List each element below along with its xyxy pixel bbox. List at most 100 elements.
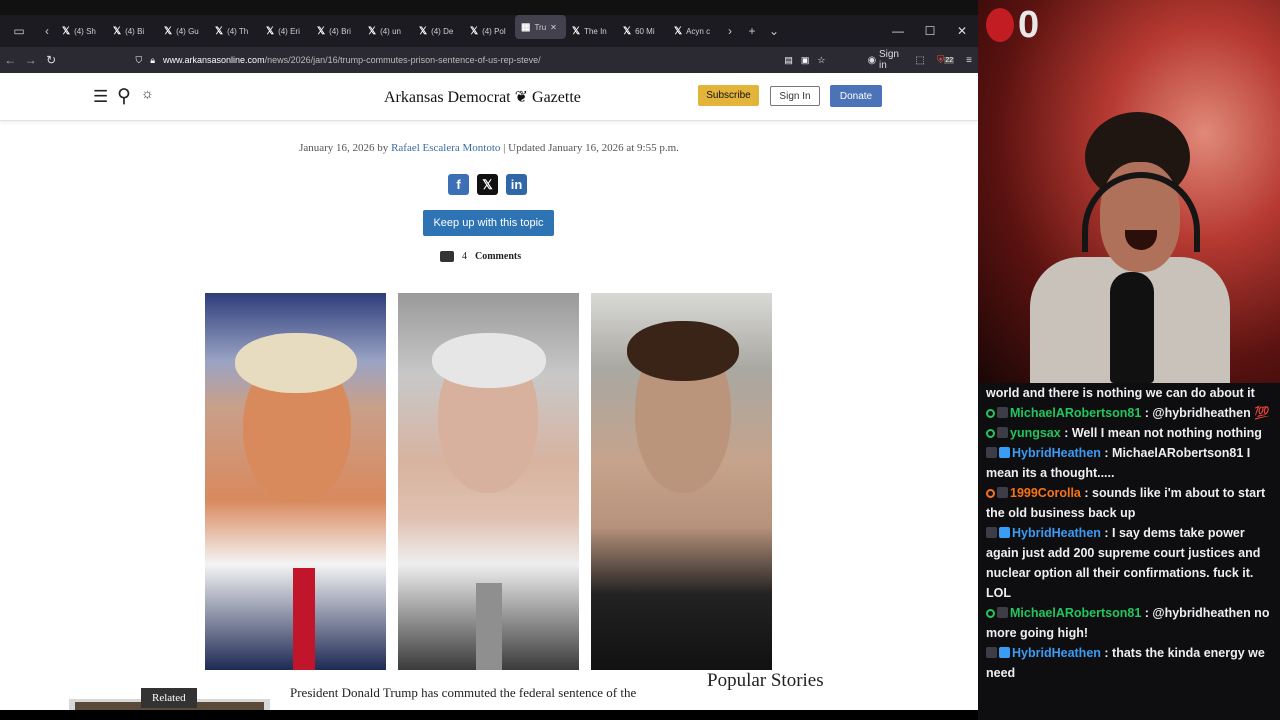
subscribe-button[interactable]: Subscribe	[698, 85, 759, 106]
extensions-icon[interactable]: ⬚	[909, 47, 930, 73]
author-link[interactable]: Rafael Escalera Montoto	[391, 142, 500, 154]
linkedin-icon[interactable]: in	[506, 174, 527, 195]
chat-message: HybridHeathen : thats the kinda energy w…	[986, 643, 1274, 683]
x-favicon-icon: 𝕏	[419, 25, 428, 37]
x-favicon-icon: 𝕏	[623, 25, 632, 37]
chat-username[interactable]: MichaelARobertson81	[1010, 406, 1141, 420]
chat-username[interactable]: MichaelARobertson81	[1010, 606, 1141, 620]
tab-6[interactable]: 𝕏 (4) un	[362, 15, 413, 47]
new-tab-icon[interactable]: +	[741, 15, 763, 47]
tab-9[interactable]: ▦ Tru ✕	[515, 15, 566, 39]
microphone	[1110, 272, 1154, 383]
chat-text: : @hybridheathen 💯	[1144, 406, 1270, 420]
reload-icon[interactable]: ↻	[41, 47, 61, 73]
chat-username[interactable]: HybridHeathen	[1012, 526, 1101, 540]
chat-message: MichaelARobertson81 : @hybridheathen no …	[986, 603, 1274, 643]
tab-8[interactable]: 𝕏 (4) Pol	[464, 15, 515, 47]
tab-label: (4) Th	[227, 26, 249, 36]
keep-up-button[interactable]: Keep up with this topic	[423, 210, 554, 236]
screen: ▭ ‹ 𝕏 (4) Sh 𝕏 (4) Bi 𝕏 (4) Gu 𝕏 (4) Th 𝕏 (4) Eri…	[0, 0, 1280, 720]
chat-message: world and there is nothing we can do abo…	[986, 383, 1274, 403]
user-icon	[986, 409, 995, 418]
tab-12[interactable]: 𝕏 Acyn c	[668, 15, 719, 47]
tab-label: 60 Mi	[635, 26, 655, 36]
account-button[interactable]: ◉ Sign in	[861, 47, 909, 73]
url-bar[interactable]: ⛉ 🔒︎ www.arkansasonline.com/news/2026/ja…	[135, 49, 825, 71]
tab-0[interactable]: 𝕏 (4) Sh	[56, 15, 107, 47]
weather-icon[interactable]: ☼	[141, 85, 154, 101]
x-favicon-icon: 𝕏	[470, 25, 479, 37]
translate-icon[interactable]: ▣	[801, 55, 810, 66]
chat-username[interactable]: HybridHeathen	[1012, 446, 1101, 460]
donate-button[interactable]: Donate	[830, 85, 882, 107]
app-menu-icon[interactable]: ≡	[960, 47, 978, 73]
search-icon[interactable]: ⚲	[117, 85, 131, 108]
maximize-icon[interactable]: ☐	[914, 15, 946, 47]
x-favicon-icon: 𝕏	[317, 25, 326, 37]
updated-date: | Updated January 16, 2026 at 9:55 p.m.	[503, 142, 679, 154]
chat-username[interactable]: yungsax	[1010, 426, 1061, 440]
popular-stories-heading: Popular Stories	[707, 670, 824, 691]
comments-count: 4	[462, 251, 467, 262]
tab-label: (4) un	[380, 26, 401, 36]
chat-username[interactable]: HybridHeathen	[1012, 646, 1101, 660]
tab-label: (4) Sh	[74, 26, 96, 36]
mod-badge-icon	[997, 407, 1008, 418]
x-favicon-icon: 𝕏	[266, 25, 275, 37]
photo-mugshot	[591, 293, 772, 670]
chat-username[interactable]: 1999Corolla	[1010, 486, 1081, 500]
score-icon	[986, 8, 1014, 42]
shield-icon[interactable]: ⛉	[135, 55, 142, 66]
comments-link[interactable]: 4 Comments	[440, 251, 521, 262]
tab-label: Tru	[534, 22, 547, 32]
tab-3[interactable]: 𝕏 (4) Th	[209, 15, 260, 47]
user-icon	[986, 609, 995, 618]
sub-badge-icon	[999, 647, 1010, 658]
tab-2[interactable]: 𝕏 (4) Gu	[158, 15, 209, 47]
close-tab-icon[interactable]: ✕	[550, 23, 557, 32]
related-label: Related	[141, 688, 197, 708]
tab-scroll-right-icon[interactable]: ›	[719, 15, 741, 47]
hamburger-menu-icon[interactable]: ☰	[93, 87, 108, 107]
nav-bar: ← → ↻ ⛉ 🔒︎ www.arkansasonline.com/news/2…	[0, 47, 978, 73]
tab-11[interactable]: 𝕏 60 Mi	[617, 15, 668, 47]
sub-badge-icon	[999, 447, 1010, 458]
tab-1[interactable]: 𝕏 (4) Bi	[107, 15, 158, 47]
sign-in-button[interactable]: Sign In	[770, 86, 820, 106]
tab-label: The In	[584, 26, 607, 36]
x-favicon-icon: 𝕏	[215, 25, 224, 37]
tab-label: (4) Eri	[278, 26, 300, 36]
tab-overview-icon[interactable]: ▭	[0, 15, 38, 47]
score-value: 0	[1018, 4, 1040, 46]
tab-label: (4) Bi	[125, 26, 145, 36]
tab-4[interactable]: 𝕏 (4) Eri	[260, 15, 311, 47]
bookmark-star-icon[interactable]: ☆	[817, 55, 825, 66]
tab-label: (4) Pol	[482, 26, 506, 36]
chat-message: 1999Corolla : sounds like i'm about to s…	[986, 483, 1274, 523]
tab-scroll-left-icon[interactable]: ‹	[38, 15, 56, 47]
photo-steve-womack	[398, 293, 579, 670]
streamer	[1030, 112, 1230, 383]
tab-list-menu-icon[interactable]: ⌄	[763, 15, 785, 47]
tab-5[interactable]: 𝕏 (4) Bri	[311, 15, 362, 47]
tab-7[interactable]: 𝕏 (4) De	[413, 15, 464, 47]
minimize-icon[interactable]: —	[882, 15, 914, 47]
ublock-icon[interactable]: ⛨ 22	[931, 47, 960, 73]
tab-10[interactable]: 𝕏 The In	[566, 15, 617, 47]
close-window-icon[interactable]: ✕	[946, 15, 978, 47]
byline: January 16, 2026 by Rafael Escalera Mont…	[0, 142, 978, 154]
site-logo[interactable]: Arkansas Democrat ❦ Gazette	[384, 87, 581, 107]
reader-view-icon[interactable]: ▤	[784, 55, 793, 66]
back-icon[interactable]: ←	[0, 47, 20, 73]
mod-badge-icon	[997, 607, 1008, 618]
lock-icon[interactable]: 🔒︎	[150, 55, 155, 66]
stream-chat: world and there is nothing we can do abo…	[978, 383, 1280, 720]
chat-text: : Well I mean not nothing nothing	[1064, 426, 1262, 440]
mod-badge-icon	[997, 427, 1008, 438]
tab-bar: ▭ ‹ 𝕏 (4) Sh 𝕏 (4) Bi 𝕏 (4) Gu 𝕏 (4) Th 𝕏 (4) Eri…	[0, 15, 978, 47]
x-icon[interactable]: 𝕏	[477, 174, 498, 195]
facebook-icon[interactable]: f	[448, 174, 469, 195]
badge-icon	[986, 447, 997, 458]
forward-icon[interactable]: →	[20, 47, 40, 73]
user-icon	[986, 429, 995, 438]
